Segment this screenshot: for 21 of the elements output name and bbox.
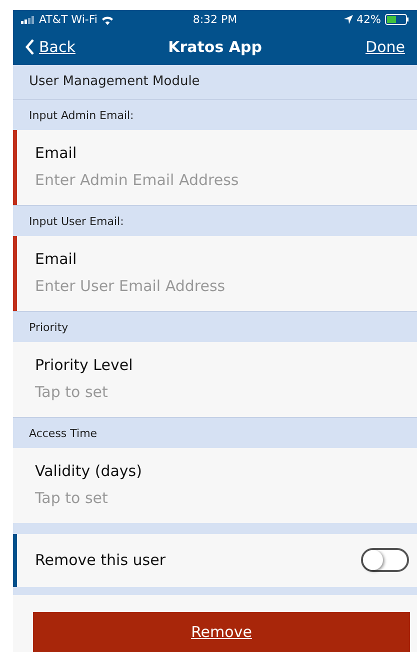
toggle-switch[interactable]: [361, 548, 409, 572]
carrier-name: AT&T Wi-Fi: [39, 13, 98, 26]
battery-icon: [384, 14, 409, 26]
wifi-icon: [101, 14, 114, 25]
field-label: Email: [35, 144, 78, 162]
clock-time: 8:32 PM: [192, 13, 238, 26]
email-field[interactable]: Enter Admin Email Address: [35, 170, 399, 189]
chevron-left-icon: [25, 39, 35, 56]
field-label: Validity (days): [35, 462, 143, 480]
back-link[interactable]: Back: [25, 38, 152, 56]
battery-percent: 42%: [356, 13, 381, 26]
field-label: Email: [35, 250, 78, 268]
app-title: Kratos App: [167, 38, 263, 56]
signal-icon: [21, 16, 35, 24]
done-link[interactable]: Done: [278, 38, 406, 56]
toggle-label: Remove this user: [35, 551, 166, 570]
field-label: Priority Level: [35, 356, 134, 374]
remove-button[interactable]: Remove: [33, 612, 410, 652]
email-field[interactable]: Enter User Email Address: [35, 276, 399, 295]
location-arrow-icon: [344, 15, 353, 24]
module-title: User Management Module: [28, 73, 201, 92]
